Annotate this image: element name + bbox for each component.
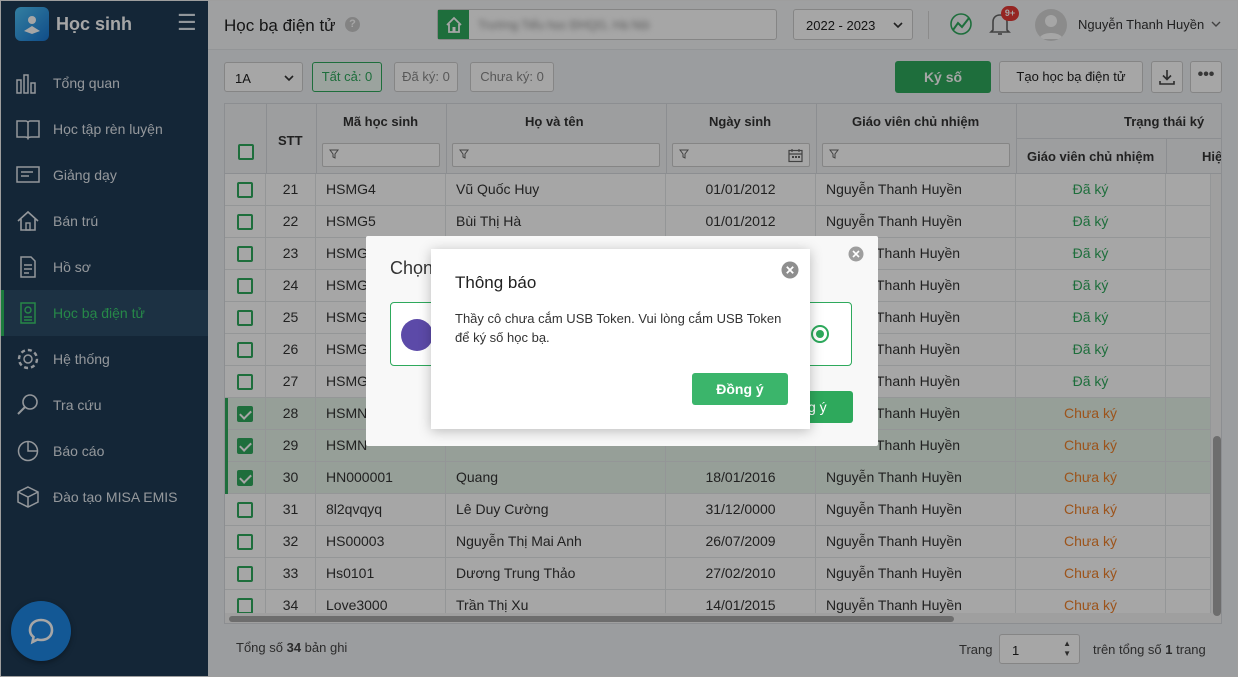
app-window: Học sinh ☰ Tổng quan Học tập rèn luyện Giả… xyxy=(0,0,1238,677)
agree-button[interactable]: Đồng ý xyxy=(692,373,788,405)
dialog-message: Thầy cô chưa cắm USB Token. Vui lòng cắm… xyxy=(455,311,782,345)
notification-dialog: Thông báo Thầy cô chưa cắm USB Token. Vu… xyxy=(431,249,810,429)
option-radio[interactable] xyxy=(811,325,829,343)
close-icon[interactable] xyxy=(848,246,864,262)
dialog-title: Thông báo xyxy=(455,273,537,292)
close-icon[interactable] xyxy=(781,261,799,279)
select-dialog-title: Chọn xyxy=(390,258,434,278)
signing-provider-logo-icon xyxy=(401,319,433,351)
